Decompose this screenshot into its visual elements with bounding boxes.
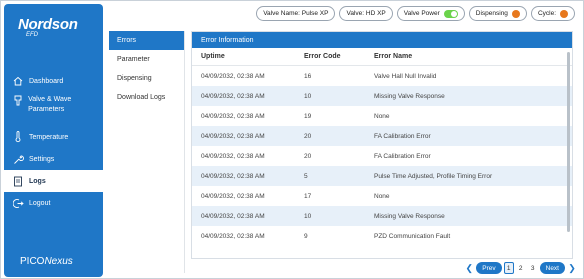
table-row: 04/09/2032, 02:38 AM 16 Valve Hall Null In… [192,66,572,86]
brand-prefix: PICO [20,256,45,267]
prev-button[interactable]: Prev [476,262,502,274]
pico-nexus-brand: PICONexus [20,256,73,267]
cell-error-code: 9 [304,232,308,240]
sidebar: Nordson EFD Dashboard Valve & Wave Param… [4,4,103,277]
cell-uptime: 04/09/2032, 02:38 AM [201,152,265,160]
cell-error-code: 16 [304,72,312,80]
column-header-error-name: Error Name [374,53,413,60]
app-frame: Nordson EFD Dashboard Valve & Wave Param… [0,0,584,279]
table-row: 04/09/2032, 02:38 AM 5 Pulse Time Adjusted… [192,166,572,186]
table-scrollbar[interactable] [567,52,570,232]
cycle-text: Cycle: [537,10,556,17]
logs-submenu: Errors Parameter Dispensing Download Log… [109,31,185,273]
valve-pill: Valve: HD XP [339,6,393,21]
nav-temperature[interactable]: Temperature [4,126,103,148]
table-row: 04/09/2032, 02:38 AM 19 None [192,106,572,126]
submenu-download-logs[interactable]: Download Logs [109,88,184,107]
cell-error-code: 5 [304,172,308,180]
table-row: 04/09/2032, 02:38 AM 9 PZD Communication F… [192,226,572,246]
cell-uptime: 04/09/2032, 02:38 AM [201,72,265,80]
next-button[interactable]: Next [539,262,565,274]
cell-uptime: 04/09/2032, 02:38 AM [201,212,265,220]
log-icon [12,175,24,187]
valve-power-pill: Valve Power [396,6,465,21]
table-row: 04/09/2032, 02:38 AM 17 None [192,186,572,206]
status-bar: Valve Name: Pulse XP Valve: HD XP Valve … [256,6,575,21]
table-row: 04/09/2032, 02:38 AM 20 FA Calibration Err… [192,126,572,146]
valve-name-pill: Valve Name: Pulse XP [256,6,336,21]
cell-uptime: 04/09/2032, 02:38 AM [201,132,265,140]
dispensing-text: Dispensing [475,10,508,17]
cell-error-code: 10 [304,212,312,220]
cell-uptime: 04/09/2032, 02:38 AM [201,172,265,180]
cell-error-code: 20 [304,132,312,140]
nav-label: Settings [29,155,55,163]
valve-name-text: Valve Name: Pulse XP [263,10,329,17]
column-header-error-code: Error Code [304,53,341,60]
cell-error-name: Valve Hall Null Invalid [374,72,437,80]
page-1-button[interactable]: 1 [503,262,514,274]
prev-arrow-icon[interactable]: ❮ [464,262,474,274]
cell-uptime: 04/09/2032, 02:38 AM [201,192,265,200]
cell-error-name: PZD Communication Fault [374,232,451,240]
cell-uptime: 04/09/2032, 02:38 AM [201,92,265,100]
cell-error-name: FA Calibration Error [374,152,431,160]
valve-text: Valve: HD XP [346,10,386,17]
cell-error-name: FA Calibration Error [374,132,431,140]
pagination: ❮ Prev 1 2 3 Next ❯ [464,262,577,274]
cell-uptime: 04/09/2032, 02:38 AM [201,232,265,240]
cell-error-name: None [374,112,390,120]
nordson-logo: Nordson EFD [18,16,78,38]
cell-error-name: None [374,192,390,200]
home-icon [12,75,24,87]
cycle-pill: Cycle: [530,6,575,21]
table-header: Uptime Error Code Error Name [192,48,572,66]
nav-label: Logout [29,199,51,207]
logout-icon [12,197,24,209]
valve-power-toggle[interactable] [443,9,458,18]
cell-error-code: 10 [304,92,312,100]
table-row: 04/09/2032, 02:38 AM 10 Missing Valve Resp… [192,86,572,106]
sidebar-nav: Dashboard Valve & Wave Parameters Temper… [4,70,103,214]
nav-label: Valve & Wave Parameters [28,96,72,113]
cell-error-name: Missing Valve Response [374,212,445,220]
nav-logout[interactable]: Logout [4,192,103,214]
table-row: 04/09/2032, 02:38 AM 20 FA Calibration Err… [192,146,572,166]
wrench-icon [12,153,24,165]
nav-settings[interactable]: Settings [4,148,103,170]
cell-error-name: Pulse Time Adjusted, Profile Timing Erro… [374,172,493,180]
nav-valve-wave-parameters[interactable]: Valve & Wave Parameters [4,92,103,126]
dispensing-pill: Dispensing [468,6,527,21]
cycle-indicator-icon [560,9,568,18]
cell-error-code: 19 [304,112,312,120]
panel-title: Error Information [192,32,572,48]
nav-label: Dashboard [29,77,64,85]
page-3-button[interactable]: 3 [528,262,538,274]
nav-logs[interactable]: Logs [4,170,103,192]
cell-error-code: 20 [304,152,312,160]
submenu-errors[interactable]: Errors [109,31,184,50]
nav-label: Temperature [29,133,69,141]
cell-error-code: 17 [304,192,312,200]
submenu-parameter[interactable]: Parameter [109,50,184,69]
submenu-dispensing[interactable]: Dispensing [109,69,184,88]
error-info-panel: Error Information Uptime Error Code Erro… [191,31,573,259]
table-body: 04/09/2032, 02:38 AM 16 Valve Hall Null In… [192,66,572,246]
thermometer-icon [12,131,24,143]
nav-label: Logs [29,177,46,185]
dispensing-indicator-icon [511,9,520,18]
nav-dashboard[interactable]: Dashboard [4,70,103,92]
cell-uptime: 04/09/2032, 02:38 AM [201,112,265,120]
logo-brand: Nordson [18,16,78,33]
cell-error-name: Missing Valve Response [374,92,445,100]
page-2-button[interactable]: 2 [516,262,526,274]
next-arrow-icon[interactable]: ❯ [567,262,577,274]
valve-power-text: Valve Power [403,10,440,17]
valve-icon [12,95,23,107]
brand-suffix: Nexus [44,256,73,267]
table-row: 04/09/2032, 02:38 AM 10 Missing Valve Resp… [192,206,572,226]
column-header-uptime: Uptime [201,53,225,60]
